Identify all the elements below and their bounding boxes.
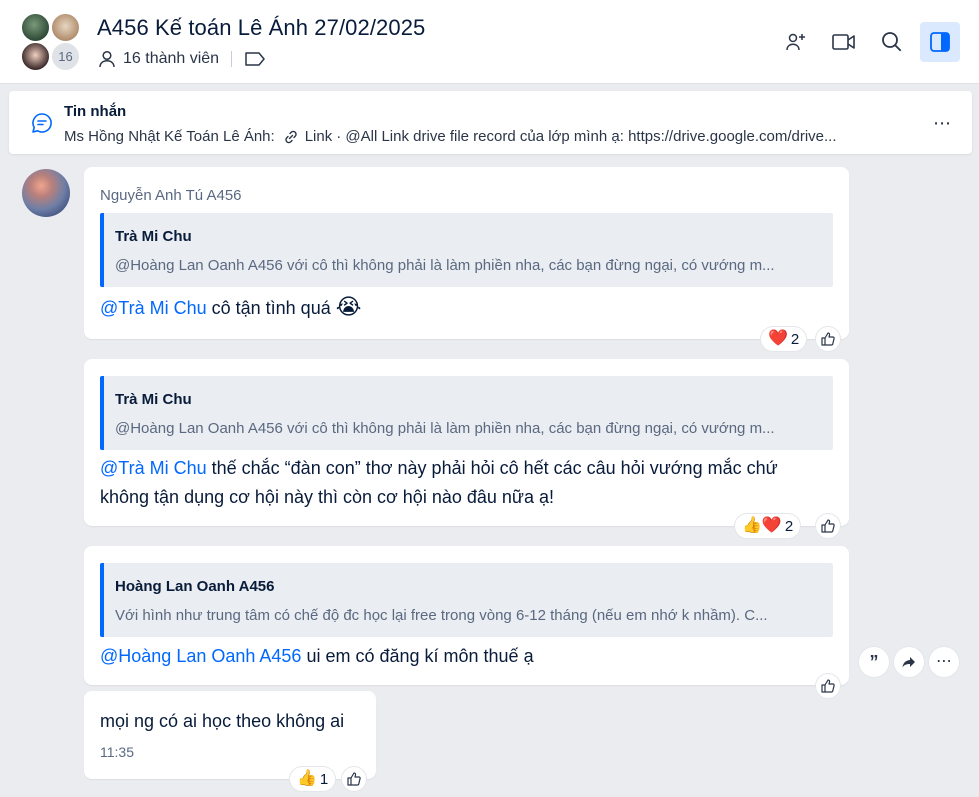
reaction-count: 1 (319, 770, 329, 788)
thumbs-up-icon (821, 332, 835, 346)
search-icon (882, 32, 902, 52)
more-options-icon[interactable]: ⋯ (933, 113, 952, 134)
forward-icon (902, 657, 915, 668)
video-call-button[interactable] (824, 22, 864, 62)
like-button[interactable] (816, 514, 840, 538)
quote-icon: ” (869, 652, 879, 672)
quote-text: @Hoàng Lan Oanh A456 với cô thì không ph… (115, 257, 775, 274)
heart-icon: ❤️ (768, 330, 788, 347)
pinned-sender: Ms Hồng Nhật Kế Toán Lê Ánh: (64, 128, 275, 145)
quote-text: Với hình như trung tâm có chế độ đc học … (115, 607, 768, 624)
add-user-icon (786, 33, 805, 51)
thumbs-up-icon (821, 519, 835, 533)
reaction-summary[interactable]: 👍 1 (290, 767, 336, 791)
pinned-link-label: Link (304, 128, 333, 145)
reaction-summary[interactable]: 👍❤️ 2 (735, 514, 801, 538)
sidebar-panel-icon (930, 32, 950, 52)
pinned-preview: Ms Hồng Nhật Kế Toán Lê Ánh: Link · @All… (64, 128, 914, 145)
thumbs-up-icon (347, 772, 361, 786)
search-button[interactable] (872, 22, 912, 62)
more-icon: ⋯ (936, 653, 952, 670)
reaction-count: 2 (790, 330, 800, 348)
message-bubble[interactable]: Trà Mi Chu @Hoàng Lan Oanh A456 với cô t… (84, 359, 849, 526)
quoted-message[interactable]: Hoàng Lan Oanh A456 Với hình như trung t… (100, 563, 833, 637)
member-avatar (20, 41, 51, 72)
message-timestamp: 11:35 (100, 744, 134, 760)
members-icon (97, 49, 117, 69)
pinned-label: Tin nhắn (64, 103, 127, 120)
quote-text: @Hoàng Lan Oanh A456 với cô thì không ph… (115, 420, 775, 437)
thumbs-up-emoji-icon: 👍 (297, 770, 317, 787)
message-text: @Trà Mi Chu cô tận tình quá 😭 (100, 294, 362, 319)
message-bubble[interactable]: Hoàng Lan Oanh A456 Với hình như trung t… (84, 546, 849, 685)
group-avatar[interactable]: 16 (20, 12, 82, 74)
member-avatar (50, 12, 81, 43)
avatar[interactable] (22, 169, 70, 217)
like-button[interactable] (342, 767, 366, 791)
message-text: @Trà Mi Chu thế chắc “đàn con” thơ này p… (100, 458, 778, 507)
quote-author: Trà Mi Chu (115, 228, 192, 245)
reaction-summary[interactable]: ❤️ 2 (761, 327, 807, 351)
reaction-count: 2 (784, 517, 794, 535)
divider (231, 51, 233, 67)
quote-author: Trà Mi Chu (115, 391, 192, 408)
members-count[interactable]: 16 thành viên (123, 50, 219, 68)
tag-icon[interactable] (244, 51, 266, 67)
header-actions (776, 22, 960, 62)
mention-link[interactable]: @Trà Mi Chu (100, 458, 207, 478)
message-text: @Hoàng Lan Oanh A456 ui em có đăng kí mô… (100, 646, 534, 666)
sender-name[interactable]: Nguyễn Anh Tú A456 (100, 187, 242, 204)
like-button[interactable] (816, 674, 840, 698)
member-avatar (20, 12, 51, 43)
quote-reply-button[interactable]: ” (859, 647, 889, 677)
chat-title[interactable]: A456 Kế toán Lê Ánh 27/02/2025 (97, 15, 425, 41)
mention-link[interactable]: @Trà Mi Chu (100, 298, 207, 318)
thumbs-up-icon (821, 679, 835, 693)
chat-header: 16 A456 Kế toán Lê Ánh 27/02/2025 16 thà… (0, 0, 979, 84)
more-actions-button[interactable]: ⋯ (929, 647, 959, 677)
quoted-message[interactable]: Trà Mi Chu @Hoàng Lan Oanh A456 với cô t… (100, 376, 833, 450)
pinned-message[interactable]: Tin nhắn Ms Hồng Nhật Kế Toán Lê Ánh: Li… (9, 91, 972, 154)
forward-button[interactable] (894, 647, 924, 677)
crying-emoji-icon: 😭 (335, 294, 362, 319)
thumbs-heart-icon: 👍❤️ (742, 517, 782, 534)
member-count-badge: 16 (50, 41, 81, 72)
toggle-sidebar-button[interactable] (920, 22, 960, 62)
quote-author: Hoàng Lan Oanh A456 (115, 578, 275, 595)
like-button[interactable] (816, 327, 840, 351)
message-bubble[interactable]: mọi ng có ai học theo không ai 11:35 (84, 691, 376, 779)
chat-subtitle: 16 thành viên (97, 49, 266, 69)
pinned-text: · @All Link drive file record của lớp mì… (336, 128, 837, 145)
chat-bubble-icon (30, 111, 54, 140)
link-icon (283, 129, 299, 145)
mention-link[interactable]: @Hoàng Lan Oanh A456 (100, 646, 301, 666)
quoted-message[interactable]: Trà Mi Chu @Hoàng Lan Oanh A456 với cô t… (100, 213, 833, 287)
message-text: mọi ng có ai học theo không ai (100, 711, 345, 731)
video-camera-icon (832, 34, 855, 50)
add-member-button[interactable] (776, 22, 816, 62)
message-bubble[interactable]: Nguyễn Anh Tú A456 Trà Mi Chu @Hoàng Lan… (84, 167, 849, 339)
